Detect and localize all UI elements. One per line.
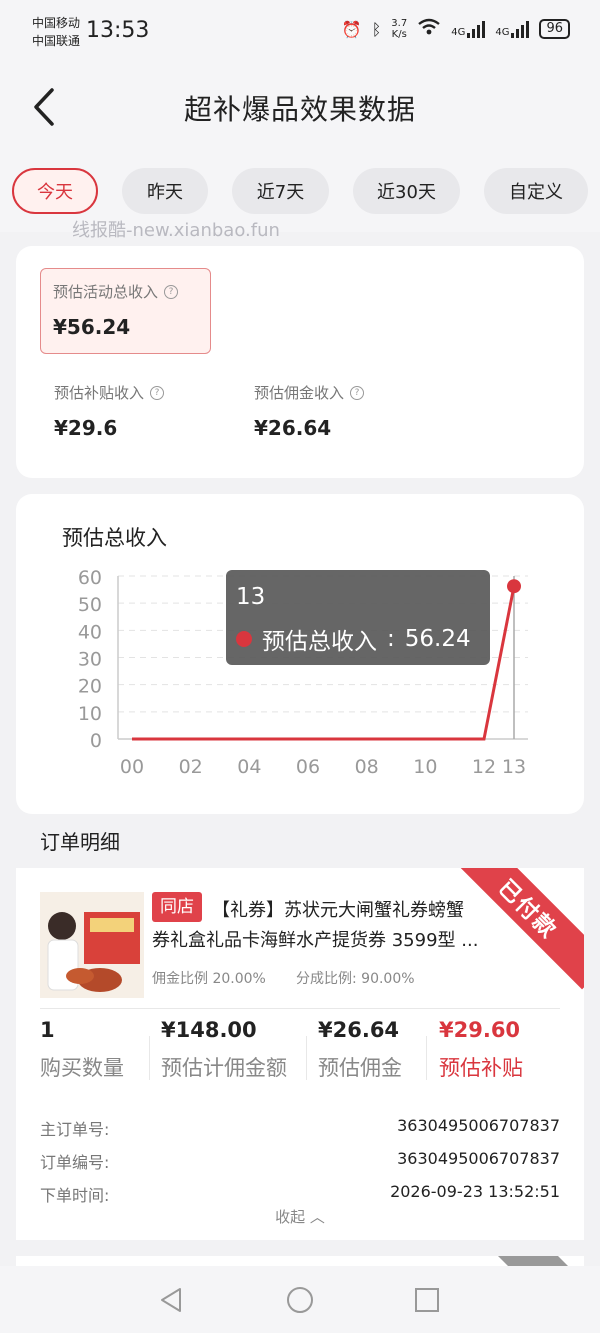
stat-quantity: 1 购买数量	[40, 1018, 124, 1080]
x-tick-label: 10	[413, 756, 437, 778]
chevron-up-icon: ︿	[309, 1208, 325, 1226]
watermark: 线报酷-new.xianbao.fun	[72, 220, 280, 241]
y-tick-label: 50	[78, 594, 102, 616]
divider	[426, 1036, 427, 1080]
income-summary-card: 预估活动总收入 ? ¥56.24 预估补贴收入 ? ¥29.6 预估佣金收入 ?…	[16, 246, 584, 478]
signal-sim1: 4G	[451, 20, 486, 38]
commission-income-value: ¥26.64	[254, 416, 332, 440]
order-card[interactable]: 已付款 同店 【礼券】苏状元大闸蟹礼券螃蟹 券礼盒礼品卡海鲜水产提货券 3599…	[16, 868, 584, 1240]
nav-recents-icon[interactable]	[414, 1287, 440, 1313]
bluetooth-icon: ᛒ	[371, 19, 382, 39]
commission-income-label: 预估佣金收入	[254, 384, 345, 402]
tooltip-value: 56.24	[404, 626, 471, 652]
product-image	[40, 892, 144, 998]
orders-section-title: 订单明细	[40, 830, 120, 854]
order-number-row: 订单编号: 3630495006707837	[40, 1149, 560, 1172]
tab-today[interactable]: 今天	[12, 168, 98, 214]
series-marker-icon	[236, 631, 252, 647]
tab-custom[interactable]: 自定义	[484, 168, 588, 214]
x-tick-label: 04	[237, 756, 261, 778]
x-tick-label: 08	[355, 756, 379, 778]
carrier-1: 中国移动	[32, 16, 81, 30]
tab-yesterday[interactable]: 昨天	[122, 168, 208, 214]
stat-commissionable-amount: ¥148.00 预估计佣金额	[161, 1018, 287, 1080]
status-bar: 中国移动 中国联通 13:53 ⏰ ᛒ 3.7 K/s 4G 4G 96	[0, 0, 600, 66]
nav-home-icon[interactable]	[286, 1286, 314, 1314]
collapse-button[interactable]: 收起 ︿	[16, 1206, 584, 1227]
product-thumbnail[interactable]	[40, 892, 144, 998]
x-tick-label: 13	[502, 756, 526, 778]
y-tick-label: 30	[78, 649, 102, 671]
help-icon[interactable]: ?	[164, 284, 179, 299]
x-tick-label: 00	[120, 756, 144, 778]
order-time: 2026-09-23 13:52:51	[390, 1182, 560, 1201]
network-speed: 3.7 K/s	[391, 18, 408, 40]
product-title-line-2[interactable]: 券礼盒礼品卡海鲜水产提货券 3599型 ...	[152, 926, 478, 952]
order-number: 3630495006707837	[397, 1149, 560, 1168]
system-icons: ⏰ ᛒ 3.7 K/s 4G 4G 96	[342, 18, 570, 40]
date-filter-tabs: 今天 昨天 近7天 近30天 自定义 线报酷-new.xianbao.fun	[0, 150, 600, 241]
y-tick-label: 10	[78, 703, 102, 725]
signal-sim2: 4G	[495, 20, 530, 38]
y-tick-label: 20	[78, 676, 102, 698]
alarm-icon: ⏰	[341, 19, 362, 39]
divider	[149, 1036, 150, 1080]
chart-tooltip: 13 预估总收入 : 56.24	[226, 570, 490, 665]
help-icon[interactable]: ?	[150, 385, 165, 400]
page-title: 超补爆品效果数据	[183, 93, 416, 126]
total-income-box[interactable]: 预估活动总收入 ? ¥56.24	[40, 268, 211, 354]
x-tick-label: 02	[179, 756, 203, 778]
subsidy-income-value: ¥29.6	[54, 416, 118, 440]
y-tick-label: 0	[90, 730, 102, 752]
carrier-2: 中国联通	[32, 34, 81, 48]
total-income-label: 预估活动总收入	[53, 283, 159, 301]
total-income-value: ¥56.24	[53, 315, 131, 339]
stat-estimated-subsidy: ¥29.60 预估补贴	[439, 1018, 523, 1080]
same-store-tag: 同店	[152, 892, 202, 922]
y-tick-label: 60	[78, 567, 102, 589]
tooltip-separator: :	[387, 626, 395, 652]
carrier-names: 中国移动 中国联通	[32, 14, 80, 50]
wifi-icon	[417, 18, 441, 40]
tab-last-30-days[interactable]: 近30天	[353, 168, 460, 214]
main-order-number-row: 主订单号: 3630495006707837	[40, 1116, 560, 1139]
share-rate: 分成比例: 90.00%	[296, 971, 415, 987]
divider	[306, 1036, 307, 1080]
signal-bars-icon	[467, 20, 486, 38]
product-title-line-1[interactable]: 【礼券】苏状元大闸蟹礼券螃蟹	[212, 896, 464, 922]
x-tick-label: 12	[472, 756, 496, 778]
main-order-number: 3630495006707837	[397, 1116, 560, 1135]
commission-rate: 佣金比例 20.00%	[152, 971, 266, 987]
income-chart-card: 预估总收入 0 10 20 30 40 50 60 00 02 04 06 08 10 12 13 13 预…	[16, 494, 584, 814]
help-icon[interactable]: ?	[350, 385, 365, 400]
battery-indicator: 96	[539, 19, 570, 39]
tab-last-7-days[interactable]: 近7天	[232, 168, 329, 214]
y-tick-label: 40	[78, 621, 102, 643]
stat-estimated-commission: ¥26.64 预估佣金	[318, 1018, 402, 1080]
system-navigation-bar	[0, 1266, 600, 1333]
clock: 13:53	[86, 18, 150, 43]
nav-back-icon[interactable]	[158, 1286, 184, 1314]
x-tick-label: 06	[296, 756, 320, 778]
nav-bar: 超补爆品效果数据	[0, 66, 600, 150]
tooltip-series-name: 预估总收入	[262, 629, 377, 655]
data-point	[507, 579, 521, 594]
signal-bars-icon	[511, 20, 530, 38]
subsidy-income-label: 预估补贴收入	[54, 384, 145, 402]
tooltip-x-value: 13	[236, 584, 266, 610]
divider	[40, 1008, 560, 1009]
order-time-row: 下单时间: 2026-09-23 13:52:51	[40, 1182, 560, 1205]
